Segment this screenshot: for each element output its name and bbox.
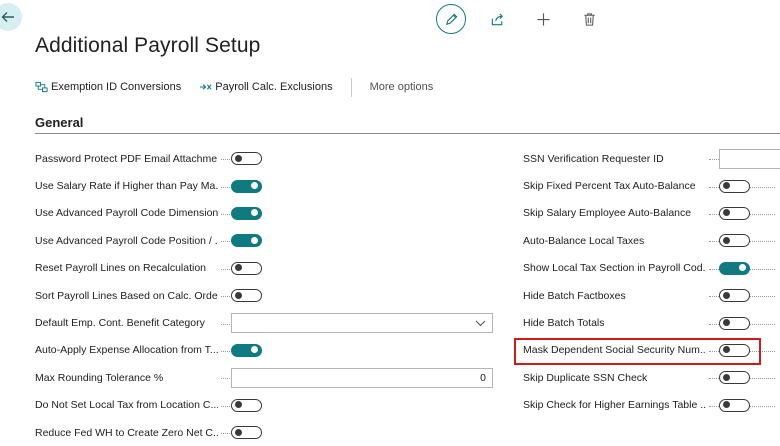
- right-field-column: SSN Verification Requester ID Skip Fixed…: [523, 145, 780, 419]
- section-title[interactable]: General: [35, 115, 83, 130]
- field-row: Show Local Tax Section in Payroll Cod...: [523, 255, 780, 282]
- page-actions: [436, 4, 620, 34]
- chevron-down-icon: [475, 320, 486, 326]
- toggle-switch[interactable]: [719, 234, 750, 248]
- field-row: Reduce Fed WH to Create Zero Net C...: [35, 419, 265, 446]
- trash-icon: [583, 12, 595, 26]
- field-label: Auto-Balance Local Taxes: [523, 234, 645, 247]
- field-row: Auto-Apply Expense Allocation from T...: [35, 337, 265, 364]
- field-row: Default Emp. Cont. Benefit Category: [35, 309, 493, 336]
- field-label: Hide Batch Totals: [523, 317, 605, 330]
- field-row: Use Advanced Payroll Code Position / ...: [35, 227, 265, 254]
- toggle-switch[interactable]: [231, 206, 262, 220]
- new-button[interactable]: [528, 4, 558, 34]
- toggle-switch[interactable]: [231, 426, 262, 440]
- field-label: SSN Verification Requester ID: [523, 152, 664, 165]
- toggle-switch[interactable]: [719, 179, 750, 193]
- more-options-button[interactable]: More options: [370, 81, 434, 93]
- page-title: Additional Payroll Setup: [35, 34, 261, 57]
- toggle-switch[interactable]: [231, 261, 262, 275]
- toggle-switch[interactable]: [719, 398, 750, 412]
- section-divider: [35, 133, 780, 134]
- benefit-category-select[interactable]: [231, 313, 493, 334]
- exclusion-icon: [200, 84, 212, 90]
- field-row: Skip Salary Employee Auto-Balance: [523, 200, 780, 227]
- toggle-switch[interactable]: [719, 289, 750, 303]
- field-label: Use Salary Rate if Higher than Pay Ma...: [35, 180, 218, 193]
- plus-icon: [536, 12, 550, 26]
- field-label: Reset Payroll Lines on Recalculation: [35, 262, 207, 275]
- field-label: Use Advanced Payroll Code Dimensions: [35, 207, 218, 220]
- toggle-switch[interactable]: [719, 371, 750, 385]
- toggle-switch[interactable]: [231, 289, 262, 303]
- pencil-icon: [445, 13, 457, 25]
- field-label: Skip Duplicate SSN Check: [523, 371, 648, 384]
- toggle-switch[interactable]: [231, 343, 262, 357]
- field-label: Use Advanced Payroll Code Position / ...: [35, 234, 218, 247]
- toggle-switch[interactable]: [231, 179, 262, 193]
- action-bar-divider: [350, 77, 352, 97]
- field-row: SSN Verification Requester ID: [523, 145, 780, 172]
- toggle-switch[interactable]: [719, 261, 750, 275]
- conversion-icon: [35, 81, 48, 93]
- payroll-calc-exclusions-label: Payroll Calc. Exclusions: [215, 81, 333, 93]
- field-row: Reset Payroll Lines on Recalculation: [35, 255, 265, 282]
- field-label: Max Rounding Tolerance %: [35, 371, 164, 384]
- field-label: Auto-Apply Expense Allocation from T...: [35, 344, 218, 357]
- back-button[interactable]: [0, 3, 22, 31]
- field-row: Use Salary Rate if Higher than Pay Ma...: [35, 172, 265, 199]
- delete-button[interactable]: [574, 4, 604, 34]
- ssn-verification-requester-id-input[interactable]: [719, 148, 780, 169]
- toggle-switch[interactable]: [719, 316, 750, 330]
- toggle-switch[interactable]: [231, 152, 262, 166]
- field-label: Hide Batch Factboxes: [523, 289, 626, 302]
- field-row: Do Not Set Local Tax from Location C...: [35, 392, 265, 419]
- field-row: Hide Batch Totals: [523, 309, 780, 336]
- share-button[interactable]: [482, 4, 512, 34]
- back-arrow-icon: [1, 12, 14, 22]
- field-row: Password Protect PDF Email Attachme...: [35, 145, 265, 172]
- field-row: Use Advanced Payroll Code Dimensions: [35, 200, 265, 227]
- field-row: Auto-Balance Local Taxes: [523, 227, 780, 254]
- toggle-switch[interactable]: [231, 234, 262, 248]
- exemption-id-conversions-label: Exemption ID Conversions: [51, 81, 182, 93]
- left-field-column: Password Protect PDF Email Attachme... U…: [35, 145, 493, 446]
- field-label: Do Not Set Local Tax from Location C...: [35, 399, 218, 412]
- field-row: Max Rounding Tolerance % 0: [35, 364, 493, 391]
- field-label: Sort Payroll Lines Based on Calc. Order: [35, 289, 218, 302]
- field-label: Password Protect PDF Email Attachme...: [35, 152, 218, 165]
- payroll-calc-exclusions-action[interactable]: Payroll Calc. Exclusions: [199, 81, 333, 93]
- field-label: Default Emp. Cont. Benefit Category: [35, 317, 205, 330]
- max-rounding-tolerance-input[interactable]: 0: [231, 367, 493, 388]
- edit-button[interactable]: [436, 4, 466, 34]
- field-row: Hide Batch Factboxes: [523, 282, 780, 309]
- highlight-box: [514, 338, 761, 365]
- field-row: Skip Fixed Percent Tax Auto-Balance: [523, 172, 780, 199]
- field-label: Skip Salary Employee Auto-Balance: [523, 207, 692, 220]
- field-row: Sort Payroll Lines Based on Calc. Order: [35, 282, 265, 309]
- toggle-switch[interactable]: [719, 206, 750, 220]
- toggle-switch[interactable]: [231, 398, 262, 412]
- field-label: Show Local Tax Section in Payroll Cod...: [523, 262, 706, 275]
- field-label: Skip Fixed Percent Tax Auto-Balance: [523, 180, 696, 193]
- action-bar: Exemption ID Conversions Payroll Calc. E…: [35, 76, 451, 98]
- field-row: Skip Duplicate SSN Check: [523, 364, 780, 391]
- field-label: Skip Check for Higher Earnings Table ...: [523, 399, 706, 412]
- field-row: Skip Check for Higher Earnings Table ...: [523, 392, 780, 419]
- field-label: Reduce Fed WH to Create Zero Net C...: [35, 426, 218, 439]
- share-icon: [491, 12, 503, 25]
- exemption-id-conversions-action[interactable]: Exemption ID Conversions: [35, 81, 181, 93]
